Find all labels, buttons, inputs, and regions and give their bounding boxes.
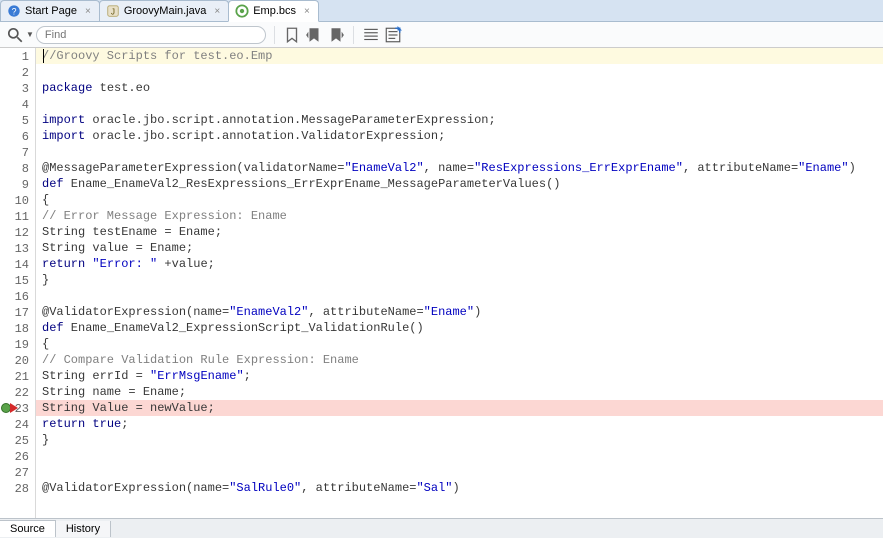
groovy-icon: [235, 4, 249, 18]
code-line[interactable]: }: [36, 272, 883, 288]
editor-toolbar: ▼: [0, 22, 883, 48]
tab-label: Start Page: [25, 5, 77, 17]
svg-text:?: ?: [12, 7, 17, 17]
code-line[interactable]: package test.eo: [36, 80, 883, 96]
close-icon[interactable]: ×: [85, 6, 91, 17]
bottom-tab-history[interactable]: History: [56, 521, 111, 537]
svg-text:J: J: [111, 8, 115, 17]
code-line[interactable]: [36, 464, 883, 480]
code-line[interactable]: String testEname = Ename;: [36, 224, 883, 240]
indent-icon[interactable]: [362, 26, 380, 44]
text-caret: [43, 49, 44, 63]
java-icon: J: [106, 4, 120, 18]
bottom-tabbar: Source History: [0, 518, 883, 538]
code-line[interactable]: // Error Message Expression: Ename: [36, 208, 883, 224]
tab-label: GroovyMain.java: [124, 5, 207, 17]
line-number-gutter: 1234567891011121314151617181920212223242…: [0, 48, 36, 518]
close-icon[interactable]: ×: [304, 6, 310, 17]
code-line[interactable]: @ValidatorExpression(name="SalRule0", at…: [36, 480, 883, 496]
code-line[interactable]: //Groovy Scripts for test.eo.Emp: [36, 48, 883, 64]
code-view[interactable]: //Groovy Scripts for test.eo.Emp package …: [36, 48, 883, 518]
code-line[interactable]: String Value = newValue;: [36, 400, 883, 416]
execution-pointer-icon: [10, 403, 18, 413]
code-line[interactable]: String errId = "ErrMsgEname";: [36, 368, 883, 384]
code-line[interactable]: String name = Ename;: [36, 384, 883, 400]
code-line[interactable]: @ValidatorExpression(name="EnameVal2", a…: [36, 304, 883, 320]
file-tabbar: ? Start Page × J GroovyMain.java × Emp.b…: [0, 0, 883, 22]
code-line[interactable]: // Compare Validation Rule Expression: E…: [36, 352, 883, 368]
close-icon[interactable]: ×: [214, 6, 220, 17]
code-line[interactable]: {: [36, 336, 883, 352]
chevron-down-icon[interactable]: ▼: [26, 30, 34, 39]
code-line[interactable]: [36, 96, 883, 112]
code-line[interactable]: return "Error: " +value;: [36, 256, 883, 272]
code-line[interactable]: def Ename_EnameVal2_ResExpressions_ErrEx…: [36, 176, 883, 192]
code-line[interactable]: String value = Ename;: [36, 240, 883, 256]
bottom-tab-source[interactable]: Source: [0, 520, 56, 537]
separator: [353, 26, 354, 44]
find-input[interactable]: [36, 26, 266, 44]
code-line[interactable]: import oracle.jbo.script.annotation.Vali…: [36, 128, 883, 144]
code-line[interactable]: [36, 448, 883, 464]
bottom-tab-label: History: [66, 523, 100, 535]
code-line[interactable]: [36, 288, 883, 304]
separator: [274, 26, 275, 44]
code-line[interactable]: import oracle.jbo.script.annotation.Mess…: [36, 112, 883, 128]
tab-label: Emp.bcs: [253, 5, 296, 17]
help-icon: ?: [7, 4, 21, 18]
tab-groovymain[interactable]: J GroovyMain.java ×: [99, 0, 229, 21]
tab-emp-bcs[interactable]: Emp.bcs ×: [228, 0, 319, 22]
code-line[interactable]: }: [36, 432, 883, 448]
code-line[interactable]: def Ename_EnameVal2_ExpressionScript_Val…: [36, 320, 883, 336]
code-line[interactable]: [36, 64, 883, 80]
search-wrap: ▼: [6, 26, 266, 44]
editor-area: 1234567891011121314151617181920212223242…: [0, 48, 883, 518]
reformat-icon[interactable]: [384, 26, 402, 44]
search-icon[interactable]: [6, 26, 24, 44]
code-line[interactable]: return true;: [36, 416, 883, 432]
bookmark-prev-icon[interactable]: [305, 26, 323, 44]
code-line[interactable]: {: [36, 192, 883, 208]
code-line[interactable]: @MessageParameterExpression(validatorNam…: [36, 160, 883, 176]
tab-start-page[interactable]: ? Start Page ×: [0, 0, 100, 21]
bookmark-icon[interactable]: [283, 26, 301, 44]
bookmark-next-icon[interactable]: [327, 26, 345, 44]
bottom-tab-label: Source: [10, 523, 45, 535]
code-line[interactable]: [36, 144, 883, 160]
